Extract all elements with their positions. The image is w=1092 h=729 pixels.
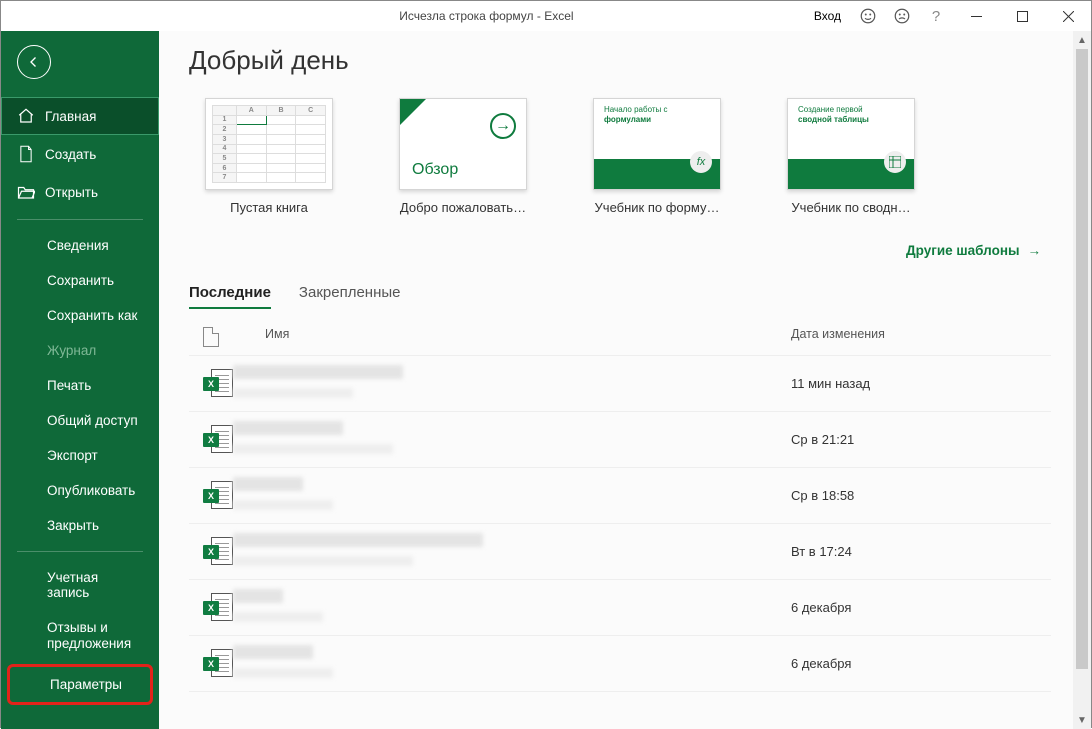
fx-icon: fx <box>690 151 712 173</box>
blank-grid-preview: ABC 1 2 3 4 5 6 7 <box>212 105 326 183</box>
new-icon <box>17 145 35 163</box>
file-name <box>233 421 791 459</box>
file-date: Вт в 17:24 <box>791 544 1051 559</box>
sidebar: Главная Создать Открыть Сведения Сохрани… <box>1 31 159 729</box>
sidebar-item-saveas[interactable]: Сохранить как <box>1 298 159 333</box>
sidebar-item-label: Открыть <box>45 185 98 200</box>
scroll-thumb[interactable] <box>1076 49 1088 669</box>
frown-icon[interactable] <box>885 1 919 31</box>
template-formulas[interactable]: Начало работы сформулами fx Учебник по ф… <box>577 98 737 215</box>
file-list-header: Имя Дата изменения <box>189 317 1051 356</box>
file-list: X 11 мин назад X Ср в 21:21 X Ср в 18:58… <box>189 356 1051 692</box>
pivot-icon <box>884 151 906 173</box>
scrollbar[interactable]: ▲ ▼ <box>1073 31 1091 729</box>
sidebar-item-account[interactable]: Учетная запись <box>1 560 159 610</box>
home-icon <box>17 107 35 125</box>
sidebar-item-new[interactable]: Создать <box>1 135 159 173</box>
template-welcome[interactable]: → Обзор Добро пожаловать… <box>383 98 543 215</box>
template-label: Учебник по сводн… <box>771 200 931 215</box>
sidebar-item-publish[interactable]: Опубликовать <box>1 473 159 508</box>
arrow-right-icon: → <box>1028 243 1042 258</box>
column-date[interactable]: Дата изменения <box>791 327 1051 347</box>
excel-file-icon: X <box>203 369 233 399</box>
excel-file-icon: X <box>203 481 233 511</box>
recent-tabs: Последние Закрепленные <box>189 284 1051 309</box>
file-row[interactable]: X 11 мин назад <box>189 356 1051 412</box>
excel-file-icon: X <box>203 425 233 455</box>
help-icon[interactable]: ? <box>919 1 953 31</box>
more-templates-link[interactable]: Другие шаблоны → <box>189 243 1051 258</box>
sidebar-item-print[interactable]: Печать <box>1 368 159 403</box>
file-row[interactable]: X 6 декабря <box>189 580 1051 636</box>
template-pivot[interactable]: Создание первойсводной таблицы Учебник п… <box>771 98 931 215</box>
scroll-up-icon[interactable]: ▲ <box>1073 31 1091 49</box>
sidebar-item-share[interactable]: Общий доступ <box>1 403 159 438</box>
file-row[interactable]: X 6 декабря <box>189 636 1051 692</box>
tab-recent[interactable]: Последние <box>189 284 271 309</box>
file-name <box>233 589 791 627</box>
back-button[interactable] <box>17 45 51 79</box>
divider <box>17 551 143 552</box>
excel-file-icon: X <box>203 649 233 679</box>
sidebar-item-save[interactable]: Сохранить <box>1 263 159 298</box>
template-blank[interactable]: ABC 1 2 3 4 5 6 7 Пустая книга <box>189 98 349 215</box>
file-row[interactable]: X Вт в 17:24 <box>189 524 1051 580</box>
tab-pinned[interactable]: Закрепленные <box>299 284 401 309</box>
sidebar-item-history: Журнал <box>1 333 159 368</box>
file-name <box>233 365 791 403</box>
divider <box>17 219 143 220</box>
file-date: 11 мин назад <box>791 376 1051 391</box>
file-date: 6 декабря <box>791 600 1051 615</box>
template-label: Добро пожаловать… <box>383 200 543 215</box>
content-area: Добрый день ABC 1 2 3 4 5 6 7 <box>159 31 1091 729</box>
open-icon <box>17 183 35 201</box>
smile-icon[interactable] <box>851 1 885 31</box>
sidebar-item-home[interactable]: Главная <box>1 97 159 135</box>
sidebar-item-info[interactable]: Сведения <box>1 228 159 263</box>
sidebar-item-export[interactable]: Экспорт <box>1 438 159 473</box>
template-inner-title: Обзор <box>412 161 458 179</box>
arrow-right-icon: → <box>490 113 516 139</box>
excel-file-icon: X <box>203 593 233 623</box>
templates-row: ABC 1 2 3 4 5 6 7 Пустая книга <box>189 98 1051 215</box>
template-label: Учебник по форму… <box>577 200 737 215</box>
signin-link[interactable]: Вход <box>804 9 851 23</box>
file-date: Ср в 21:21 <box>791 432 1051 447</box>
minimize-button[interactable] <box>953 1 999 31</box>
file-row[interactable]: X Ср в 18:58 <box>189 468 1051 524</box>
file-name <box>233 533 791 571</box>
sidebar-item-label: Создать <box>45 147 96 162</box>
sidebar-item-label: Главная <box>45 109 96 124</box>
sidebar-item-close[interactable]: Закрыть <box>1 508 159 543</box>
file-date: Ср в 18:58 <box>791 488 1051 503</box>
sidebar-item-feedback[interactable]: Отзывы и предложения <box>1 610 159 662</box>
scroll-down-icon[interactable]: ▼ <box>1073 711 1091 729</box>
sidebar-item-open[interactable]: Открыть <box>1 173 159 211</box>
file-date: 6 декабря <box>791 656 1051 671</box>
titlebar: Исчезла строка формул - Excel Вход ? <box>1 1 1091 31</box>
sidebar-item-options[interactable]: Параметры <box>10 667 150 702</box>
document-icon <box>203 327 219 347</box>
window-title: Исчезла строка формул - Excel <box>169 9 804 23</box>
maximize-button[interactable] <box>999 1 1045 31</box>
column-name[interactable]: Имя <box>225 327 791 347</box>
page-title: Добрый день <box>189 45 1051 76</box>
template-label: Пустая книга <box>189 200 349 215</box>
options-highlight: Параметры <box>7 664 153 705</box>
file-name <box>233 477 791 515</box>
file-row[interactable]: X Ср в 21:21 <box>189 412 1051 468</box>
file-name <box>233 645 791 683</box>
excel-file-icon: X <box>203 537 233 567</box>
close-button[interactable] <box>1045 1 1091 31</box>
